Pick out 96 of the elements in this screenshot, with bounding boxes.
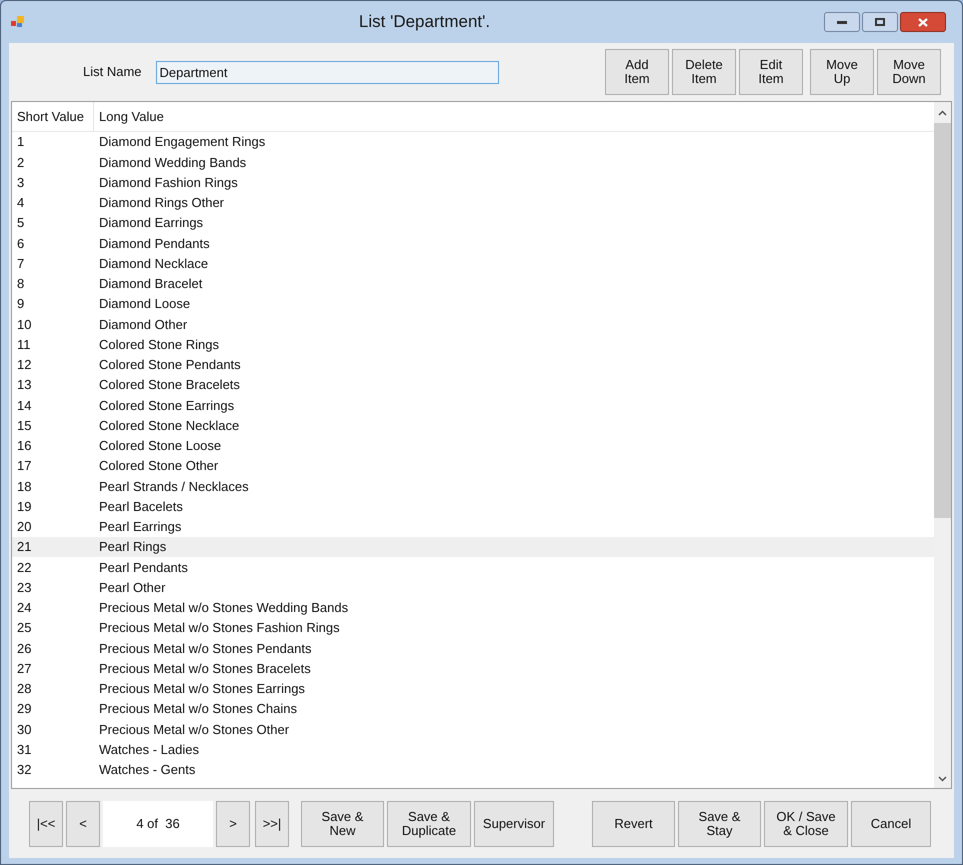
- table-cell-text: 21: [16, 538, 32, 556]
- table-cell-text: 5: [16, 214, 26, 232]
- action-button[interactable]: Move Down: [877, 49, 941, 95]
- table-cell-text: Diamond Earrings: [98, 214, 204, 232]
- table-cell-text: Diamond Wedding Bands: [98, 154, 248, 172]
- table-cell-text: Precious Metal w/o Stones Fashion Rings: [98, 619, 341, 638]
- table-cell-text: 11: [16, 336, 32, 354]
- scroll-down-icon[interactable]: [938, 776, 947, 782]
- table-cell-text: Pearl Other: [98, 578, 166, 597]
- table-cell-text: 25: [16, 619, 32, 638]
- table-cell-text: Precious Metal w/o Stones Other: [98, 720, 290, 739]
- table-cell-text: 26: [16, 640, 32, 658]
- column-header[interactable]: Long Value: [94, 102, 244, 131]
- table-cell-text: 23: [16, 578, 32, 597]
- table-cell-text: Colored Stone Loose: [98, 437, 222, 456]
- action-button[interactable]: Save & Duplicate: [387, 800, 471, 846]
- table-cell-text: Pearl Earrings: [98, 518, 182, 536]
- table-cell-text: Colored Stone Bracelets: [98, 376, 241, 394]
- table-cell-text: Precious Metal w/o Stones Wedding Bands: [98, 599, 350, 618]
- table-cell-text: 22: [16, 558, 32, 577]
- table-cell-text: 10: [16, 316, 32, 334]
- table-cell-text: 27: [16, 660, 32, 678]
- table-cell-text: Diamond Loose: [98, 295, 192, 314]
- table-cell-text: Diamond Bracelet: [98, 275, 204, 294]
- scroll-up-icon[interactable]: [938, 110, 947, 116]
- table-cell-text: 8: [16, 275, 26, 294]
- table-cell-text: 7: [16, 254, 26, 273]
- table-cell-text: 31: [16, 740, 32, 759]
- table-cell-text: Watches - Ladies: [98, 740, 200, 759]
- table-cell-text: 17: [16, 457, 32, 476]
- action-button[interactable]: Edit Item: [739, 49, 803, 95]
- column-header[interactable]: Short Value: [12, 102, 94, 131]
- table-cell-text: Watches - Gents: [98, 761, 196, 780]
- table-cell-text: 24: [16, 599, 32, 618]
- table-cell-text: 32: [16, 761, 32, 780]
- action-button[interactable]: Save & New: [301, 800, 384, 846]
- table-cell-text: Diamond Other: [98, 316, 188, 334]
- table-cell-text: Pearl Pendants: [98, 558, 189, 577]
- table-cell-text: Precious Metal w/o Stones Pendants: [98, 640, 312, 658]
- table-cell-text: Pearl Strands / Necklaces: [98, 478, 250, 496]
- list-name-label: List Name: [83, 63, 142, 82]
- table-cell-text: Precious Metal w/o Stones Chains: [98, 700, 298, 718]
- table-cell-text: Diamond Necklace: [98, 254, 210, 273]
- table-cell-text: 29: [16, 700, 32, 718]
- app-icon: [11, 16, 25, 28]
- table-cell-text: 15: [16, 416, 32, 435]
- table-cell-text: 19: [16, 498, 32, 516]
- record-position: 4 of 36: [103, 800, 213, 846]
- table-cell-text: 30: [16, 720, 32, 739]
- table-cell-text: Colored Stone Other: [98, 457, 220, 476]
- previous-button[interactable]: <: [66, 800, 100, 846]
- table-cell-text: Pearl Rings: [98, 538, 168, 556]
- maximize-button[interactable]: [862, 12, 898, 32]
- table-cell-text: 2: [16, 154, 26, 172]
- table-cell-text: Colored Stone Earrings: [98, 396, 236, 415]
- last-button[interactable]: >>|: [255, 800, 289, 846]
- close-button[interactable]: [900, 12, 946, 32]
- table-cell-text: Precious Metal w/o Stones Earrings: [98, 680, 306, 698]
- table-cell-text: 14: [16, 396, 32, 415]
- list-name-field[interactable]: Department: [156, 60, 499, 84]
- close-icon: [918, 18, 928, 26]
- next-button[interactable]: >: [216, 800, 250, 846]
- table-cell-text: Precious Metal w/o Stones Bracelets: [98, 660, 312, 678]
- table-cell-text: Colored Stone Pendants: [98, 356, 242, 374]
- table-cell-text: 28: [16, 680, 32, 698]
- action-button[interactable]: Add Item: [605, 49, 669, 95]
- table-cell-text: Pearl Bacelets: [98, 498, 184, 516]
- table-cell-text: 16: [16, 437, 32, 456]
- table-cell-text: Diamond Rings Other: [98, 194, 225, 212]
- table-cell-text: 1: [16, 133, 26, 152]
- action-button[interactable]: Move Up: [810, 49, 874, 95]
- table-cell-text: Diamond Fashion Rings: [98, 174, 239, 192]
- action-button[interactable]: Cancel: [851, 800, 931, 846]
- table-cell-text: Colored Stone Necklace: [98, 416, 240, 435]
- table-cell-text: Colored Stone Rings: [98, 336, 220, 354]
- action-button[interactable]: Delete Item: [672, 49, 736, 95]
- action-button[interactable]: Supervisor: [474, 800, 554, 846]
- action-button[interactable]: Revert: [592, 800, 675, 846]
- scroll-thumb[interactable]: [934, 123, 951, 518]
- table-cell-text: Diamond Pendants: [98, 234, 211, 253]
- table-cell-text: 12: [16, 356, 32, 374]
- table-cell-text: 20: [16, 518, 32, 536]
- window-title: List 'Department'.: [358, 12, 490, 32]
- table-cell-text: Diamond Engagement Rings: [98, 133, 266, 152]
- table-cell-text: 9: [16, 295, 26, 314]
- table-row[interactable]: 21 Pearl Rings: [12, 537, 934, 558]
- first-button[interactable]: |<<: [29, 800, 63, 846]
- table-cell-text: 13: [16, 376, 32, 394]
- table-cell-text: 18: [16, 478, 32, 496]
- table-cell-text: 4: [16, 194, 26, 212]
- action-button[interactable]: Save & Stay: [678, 800, 761, 846]
- table-cell-text: 6: [16, 234, 26, 253]
- minimize-button[interactable]: [824, 12, 860, 32]
- table-cell-text: 3: [16, 174, 26, 192]
- action-button[interactable]: OK / Save & Close: [764, 800, 848, 846]
- scrollbar[interactable]: [934, 102, 951, 788]
